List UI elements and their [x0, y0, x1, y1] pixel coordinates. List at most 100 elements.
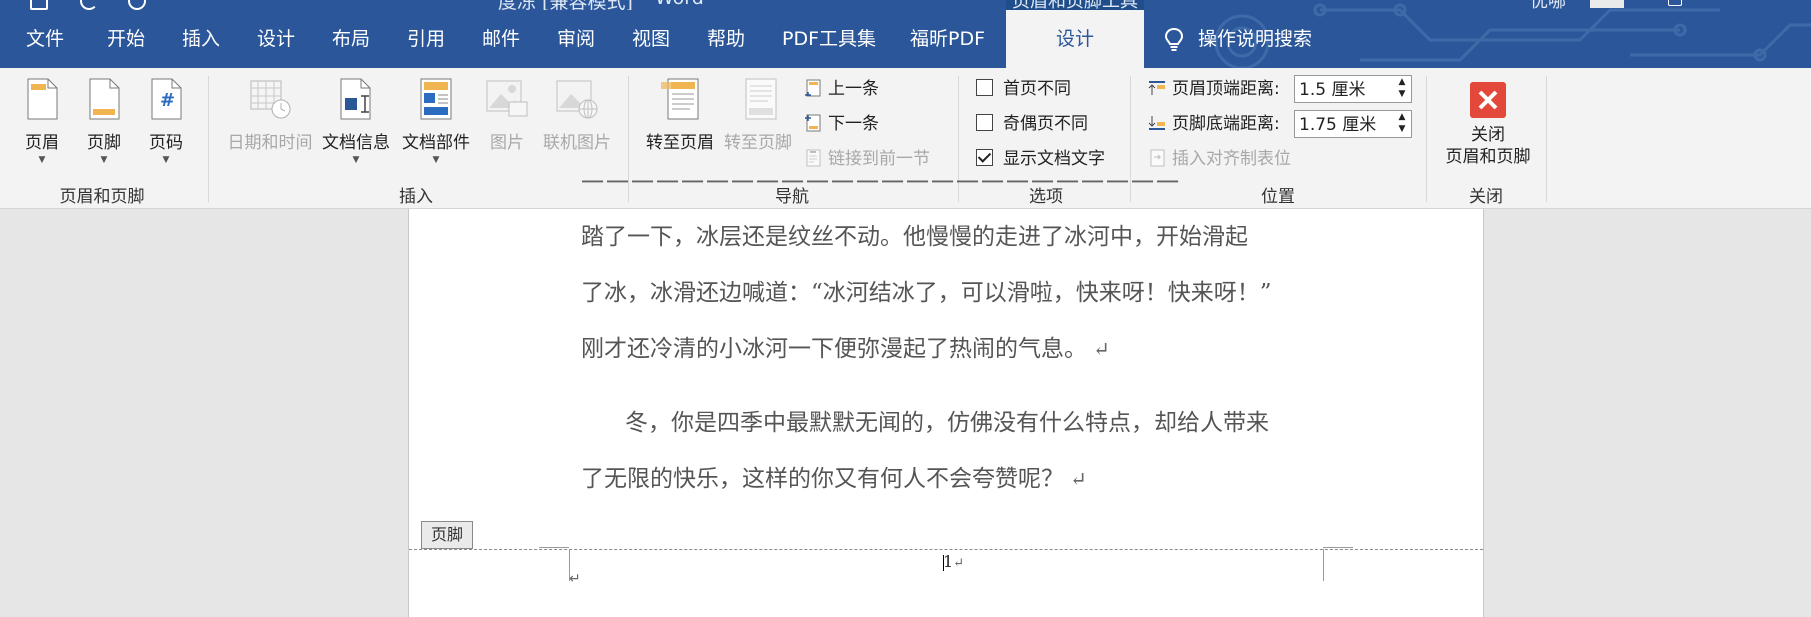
footer-page-number[interactable]: 1↵ [943, 552, 964, 571]
paragraph-mark-icon: ↵ [953, 556, 965, 571]
document-line[interactable]: 踏了一下，冰层还是纹丝不动。他慢慢的走进了冰河中，开始滑起 [581, 209, 1341, 265]
header-button[interactable]: 页眉 ▼ [18, 78, 66, 165]
insert-alignment-tab-button[interactable]: 插入对齐制表位 [1148, 146, 1291, 172]
document-info-label: 文档信息 [322, 133, 390, 153]
document-line[interactable]: 刚才还冷清的小冰河一下便弥漫起了热闹的气息。 ↵ [581, 321, 1341, 377]
next-section-icon [805, 114, 821, 132]
insert-alignment-tab-label: 插入对齐制表位 [1172, 149, 1291, 169]
redo-icon[interactable] [128, 0, 146, 10]
different-odd-even-checkbox[interactable]: 奇偶页不同 [976, 111, 1088, 137]
margin-corner-mark [1323, 547, 1353, 548]
goto-header-icon [661, 78, 699, 120]
group-divider [208, 76, 209, 202]
spinner-arrows-icon[interactable]: ▲ ▼ [1395, 76, 1409, 102]
footer-bottom-distance-value: 1.75 厘米 [1299, 115, 1377, 135]
online-pictures-button[interactable]: 联机图片 [538, 78, 616, 153]
save-icon[interactable] [30, 0, 48, 10]
goto-footer-button[interactable]: 转至页脚 [720, 78, 796, 153]
spinner-arrows-icon[interactable]: ▲ ▼ [1395, 111, 1409, 137]
link-to-previous-label: 链接到前一节 [828, 149, 930, 169]
tell-me-search[interactable]: 操作说明搜索 [1164, 10, 1312, 68]
document-line[interactable]: 了冰，冰滑还边喊道：“冰河结冰了，可以滑啦，快来呀！快来呀！” [581, 265, 1341, 321]
page-number-icon: # [151, 78, 182, 120]
calendar-clock-icon [250, 80, 291, 119]
lightbulb-icon [1164, 27, 1184, 51]
quick-parts-dropdown-caret-icon: ▼ [432, 155, 440, 165]
different-first-page-label: 首页不同 [1003, 79, 1071, 99]
page-number-dropdown-caret-icon: ▼ [162, 155, 170, 165]
tab-references[interactable]: 引用 [407, 10, 445, 68]
footer-dropdown-caret-icon: ▼ [100, 155, 108, 165]
group-label-header-footer: 页眉和页脚 [59, 187, 145, 207]
undo-icon[interactable] [80, 0, 98, 10]
margin-corner-mark [539, 547, 569, 548]
footer-position-icon [1148, 116, 1165, 130]
tab-view[interactable]: 视图 [632, 10, 670, 68]
link-to-previous-button[interactable]: 链接到前一节 [804, 146, 930, 172]
link-icon [806, 149, 821, 167]
tab-layout[interactable]: 布局 [332, 10, 370, 68]
header-dropdown-caret-icon: ▼ [38, 155, 46, 165]
footer-region-tag: 页脚 [421, 521, 473, 549]
previous-button[interactable]: 上一条 [804, 76, 879, 102]
show-document-text-check-icon[interactable] [976, 149, 993, 166]
online-pictures-label: 联机图片 [543, 133, 611, 153]
header-icon [27, 78, 58, 120]
show-document-text-label: 显示文档文字 [1003, 149, 1105, 169]
tell-me-label: 操作说明搜索 [1198, 28, 1313, 50]
tab-home[interactable]: 开始 [107, 10, 145, 68]
footer-button[interactable]: 页脚 ▼ [80, 78, 128, 165]
document-title: 度冻 [兼容模式] [498, 0, 633, 10]
document-info-dropdown-caret-icon: ▼ [352, 155, 360, 165]
footer-label: 页脚 [87, 133, 121, 153]
header-label: 页眉 [25, 133, 59, 153]
tab-help[interactable]: 帮助 [707, 10, 745, 68]
document-line[interactable]: 冬，你是四季中最默默无闻的，仿佛没有什么特点，却给人带来 [581, 395, 1341, 451]
document-area[interactable]: 一一一一一一一一一一一一一一一一一一一一一一一一 踏了一下，冰层还是纹丝不动。他… [0, 175, 1811, 617]
pictures-button[interactable]: 图片 [484, 78, 530, 153]
tab-mailings[interactable]: 邮件 [482, 10, 520, 68]
different-first-page-checkbox[interactable]: 首页不同 [976, 76, 1071, 102]
previous-section-icon [805, 79, 821, 97]
footer-bottom-distance-input[interactable]: 1.75 厘米 ▲ ▼ [1294, 110, 1412, 138]
header-top-distance-input[interactable]: 1.5 厘米 ▲ ▼ [1294, 75, 1412, 103]
quick-parts-button[interactable]: 文档部件 ▼ [398, 78, 474, 165]
header-top-distance: 页眉顶端距离: [1148, 76, 1280, 102]
tab-review[interactable]: 审阅 [557, 10, 595, 68]
context-tab-group-label: 页眉和页脚工具 [1012, 0, 1138, 10]
date-time-button[interactable]: 日期和时间 [222, 78, 318, 153]
document-info-button[interactable]: 文档信息 ▼ [320, 78, 392, 165]
svg-text:#: # [160, 90, 175, 111]
tab-file[interactable]: 文件 [26, 10, 64, 68]
paragraph-mark-icon: ↵ [1093, 337, 1110, 361]
tab-foxit-pdf[interactable]: 福昕PDF [910, 10, 985, 68]
footer-boundary-line [409, 549, 1483, 550]
group-label-insert: 插入 [399, 187, 433, 207]
tab-insert[interactable]: 插入 [182, 10, 220, 68]
document-page[interactable]: 一一一一一一一一一一一一一一一一一一一一一一一一 踏了一下，冰层还是纹丝不动。他… [408, 175, 1484, 617]
tab-header-footer-design[interactable]: 设计 [1006, 10, 1144, 68]
previous-label: 上一条 [828, 79, 879, 99]
close-label-line1: 关闭 [1471, 125, 1505, 145]
group-divider [1546, 76, 1547, 202]
paragraph-mark-icon: ↵ [569, 571, 581, 587]
next-button[interactable]: 下一条 [804, 111, 879, 137]
pictures-label: 图片 [490, 133, 524, 153]
document-line[interactable]: 了无限的快乐，这样的你又有何人不会夸赞呢？ ↵ [581, 451, 1341, 507]
goto-header-button[interactable]: 转至页眉 [642, 78, 718, 153]
quick-parts-icon [420, 78, 452, 120]
tab-pdf-tools[interactable]: PDF工具集 [782, 10, 876, 68]
tab-design[interactable]: 设计 [257, 10, 295, 68]
date-time-label: 日期和时间 [227, 133, 313, 153]
margin-corner-mark [1323, 549, 1324, 581]
different-first-page-check-icon[interactable] [976, 79, 993, 96]
goto-header-label: 转至页眉 [646, 133, 714, 153]
context-tab-group-header: 页眉和页脚工具 [1006, 0, 1144, 10]
different-odd-even-check-icon[interactable] [976, 114, 993, 131]
different-odd-even-label: 奇偶页不同 [1003, 114, 1088, 134]
show-document-text-checkbox[interactable]: 显示文档文字 [976, 146, 1105, 172]
page-number-label: 页码 [149, 133, 183, 153]
footer-bottom-distance: 页脚底端距离: [1148, 111, 1280, 137]
close-header-footer-button[interactable]: 关闭 页眉和页脚 [1434, 78, 1542, 168]
page-number-button[interactable]: # 页码 ▼ [142, 78, 190, 165]
